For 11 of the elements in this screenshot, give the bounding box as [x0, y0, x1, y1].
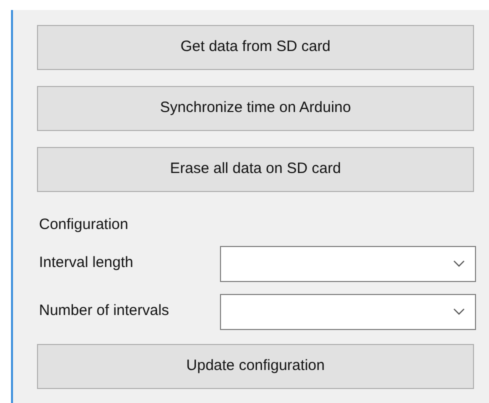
dropdown-field[interactable] [220, 294, 476, 330]
update-configuration-button[interactable]: Update configuration [37, 344, 474, 388]
chevron-down-icon [453, 260, 465, 267]
chevron-down-icon [453, 308, 465, 315]
dropdown-field[interactable] [220, 246, 476, 282]
action-button[interactable]: Synchronize time on Arduino [37, 86, 474, 131]
field-label: Number of intervals [38, 301, 170, 322]
field-label: Interval length [38, 253, 134, 274]
action-button[interactable]: Get data from SD card [37, 25, 474, 70]
section-title: Configuration [38, 215, 130, 235]
action-button[interactable]: Erase all data on SD card [37, 147, 474, 192]
